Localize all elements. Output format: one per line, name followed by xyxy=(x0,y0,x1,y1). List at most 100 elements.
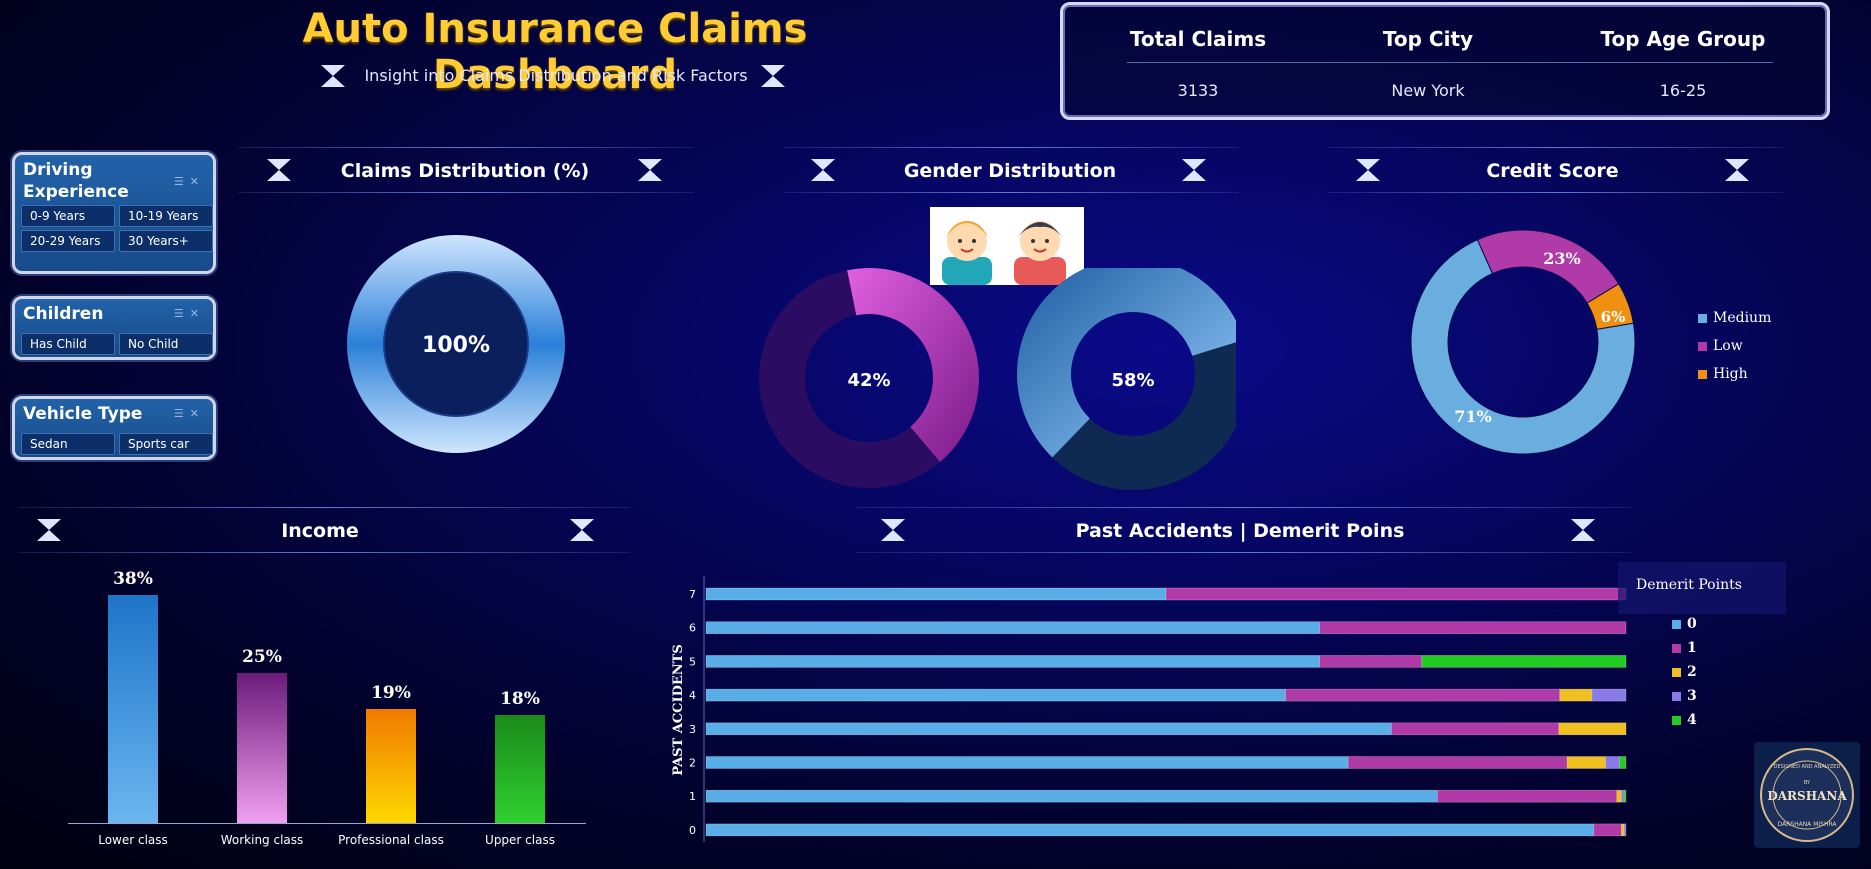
panel-divider xyxy=(784,192,1239,193)
accident-bar-segment xyxy=(1616,789,1622,803)
credit-legend: Medium Low High xyxy=(1698,310,1771,382)
credit-score-title: Credit Score xyxy=(1486,160,1619,182)
accident-bar-segment xyxy=(1437,789,1618,803)
darshana-logo: DESIGNED AND ANALYZED BY DARSHANA DARSHA… xyxy=(1754,742,1860,848)
accident-bar-segment xyxy=(1319,621,1627,635)
demerit-legend-item: 1 xyxy=(1672,640,1697,656)
legend-item-low: Low xyxy=(1698,338,1771,354)
slicer-title: Driving Experience xyxy=(23,160,129,202)
gender-donut-female-label: 42% xyxy=(847,370,890,391)
hourglass-icon xyxy=(570,519,594,541)
slicer-option-has-child[interactable]: Has Child xyxy=(21,333,115,355)
credit-slices xyxy=(1410,229,1636,455)
slicer-multiselect-icon[interactable]: ☰✕ xyxy=(174,307,205,320)
hourglass-icon xyxy=(811,159,835,181)
income-bar xyxy=(366,709,416,823)
demerit-legend-title-box: Demerit Points xyxy=(1618,562,1786,614)
kpi-divider xyxy=(1127,62,1773,63)
gender-distribution-title: Gender Distribution xyxy=(903,160,1117,182)
income-bar xyxy=(495,715,545,823)
slicer-option-sports-car[interactable]: Sports car xyxy=(119,433,213,455)
panel-divider xyxy=(856,507,1631,508)
slicer-option-10-19-years[interactable]: 10-19 Years xyxy=(119,205,213,227)
accident-bar-segment xyxy=(1285,688,1561,702)
panel-divider xyxy=(238,147,693,148)
slicer-option-0-9-years[interactable]: 0-9 Years xyxy=(21,205,115,227)
accident-bar-segment xyxy=(705,789,1438,803)
income-bar xyxy=(237,673,287,823)
accident-bar-segment xyxy=(1623,823,1627,837)
panel-divider xyxy=(784,147,1239,148)
dashboard-subtitle: Insight into Claims Distribution and Ris… xyxy=(364,66,748,85)
hourglass-icon xyxy=(1725,159,1749,181)
income-bar-label: 25% xyxy=(242,647,282,667)
hourglass-icon xyxy=(1356,159,1380,181)
hourglass-icon xyxy=(1182,159,1206,181)
vehicle-type-slicer[interactable]: Vehicle Type ☰✕ Sedan Sports car xyxy=(12,396,216,460)
income-bar-chart: 38% Lower class 25% Working class 19% Profess… xyxy=(0,560,620,860)
credit-medium-label: 71% xyxy=(1454,407,1491,426)
logo-seal-icon: DESIGNED AND ANALYZED BY DARSHANA DARSHA… xyxy=(1760,748,1854,842)
demerit-legend-item: 3 xyxy=(1672,688,1697,704)
legend-item-medium: Medium xyxy=(1698,310,1771,326)
slicer-option-30-plus-years[interactable]: 30 Years+ xyxy=(119,230,213,252)
panel-divider xyxy=(856,552,1631,553)
income-category-label: Upper class xyxy=(485,833,555,847)
panel-divider xyxy=(1328,147,1783,148)
claims-distribution-title: Claims Distribution (%) xyxy=(340,160,590,182)
kpi-top-city-value: New York xyxy=(1391,81,1465,100)
panel-divider xyxy=(18,552,630,553)
accident-bar-segment xyxy=(1621,823,1625,837)
credit-score-donut: 23% 6% 71% xyxy=(1410,229,1636,455)
hourglass-icon xyxy=(638,159,662,181)
claims-donut-label: 100% xyxy=(422,333,490,358)
accident-bar-segment xyxy=(705,621,1320,635)
accident-bar-segment xyxy=(705,587,1167,601)
slicer-option-no-child[interactable]: No Child xyxy=(119,333,213,355)
slicer-multiselect-icon[interactable]: ☰✕ xyxy=(174,175,205,188)
past-accidents-y-label: PAST ACCIDENTS xyxy=(671,644,686,776)
demerit-legend-title: Demerit Points xyxy=(1636,577,1742,593)
panel-divider xyxy=(18,507,630,508)
gender-donut-male-label: 58% xyxy=(1111,370,1154,391)
accident-bar-segment xyxy=(1621,789,1625,803)
past-accidents-stacked-bar-chart: PAST ACCIDENTS 7 6 5 4 3 2 1 0 xyxy=(671,576,1627,842)
accident-bar-segment xyxy=(1558,722,1627,736)
svg-text:DARSHANA: DARSHANA xyxy=(1767,789,1847,803)
demerit-legend-item: 2 xyxy=(1672,664,1697,680)
accident-bar-segment xyxy=(1559,688,1593,702)
credit-high-label: 6% xyxy=(1601,308,1626,326)
accident-bar-segment xyxy=(1319,655,1423,668)
slicer-multiselect-icon[interactable]: ☰✕ xyxy=(174,407,205,420)
hourglass-icon xyxy=(267,159,291,181)
accidents-tick-label: 5 xyxy=(689,655,696,668)
income-category-label: Professional class xyxy=(338,833,444,847)
accidents-tick-label: 2 xyxy=(689,757,696,770)
kpi-total-claims-label: Total Claims xyxy=(1129,27,1267,51)
kpi-summary-card: Total Claims Top City Top Age Group 3133… xyxy=(1060,2,1830,120)
driving-experience-slicer[interactable]: Driving Experience ☰✕ 0-9 Years 10-19 Yea… xyxy=(12,152,216,274)
panel-divider xyxy=(238,192,693,193)
children-slicer[interactable]: Children ☰✕ Has Child No Child xyxy=(12,296,216,360)
demerit-legend-item: 0 xyxy=(1672,616,1697,632)
income-bar-label: 18% xyxy=(500,689,540,709)
accident-bar-segment xyxy=(1605,756,1620,769)
credit-low-label: 23% xyxy=(1543,249,1580,268)
gender-donuts: 42% 58% xyxy=(759,268,1236,490)
accident-bar-segment xyxy=(705,722,1392,736)
accident-bar-segment xyxy=(705,655,1320,668)
hourglass-icon xyxy=(761,65,785,87)
accident-bar-segment xyxy=(1165,587,1627,601)
accident-bar-segment xyxy=(1619,756,1627,769)
accident-bar-segment xyxy=(705,823,1595,837)
income-bar-label: 38% xyxy=(113,569,153,589)
accident-bar-segment xyxy=(705,688,1286,702)
accidents-tick-label: 4 xyxy=(689,689,696,702)
kpi-top-city-label: Top City xyxy=(1382,27,1474,51)
slicer-title: Vehicle Type xyxy=(23,404,143,424)
slicer-option-20-29-years[interactable]: 20-29 Years xyxy=(21,230,115,252)
accident-bar-segment xyxy=(1347,756,1568,769)
hourglass-icon xyxy=(1571,519,1595,541)
svg-text:DESIGNED AND ANALYZED: DESIGNED AND ANALYZED xyxy=(1774,764,1841,770)
slicer-option-sedan[interactable]: Sedan xyxy=(21,433,115,455)
